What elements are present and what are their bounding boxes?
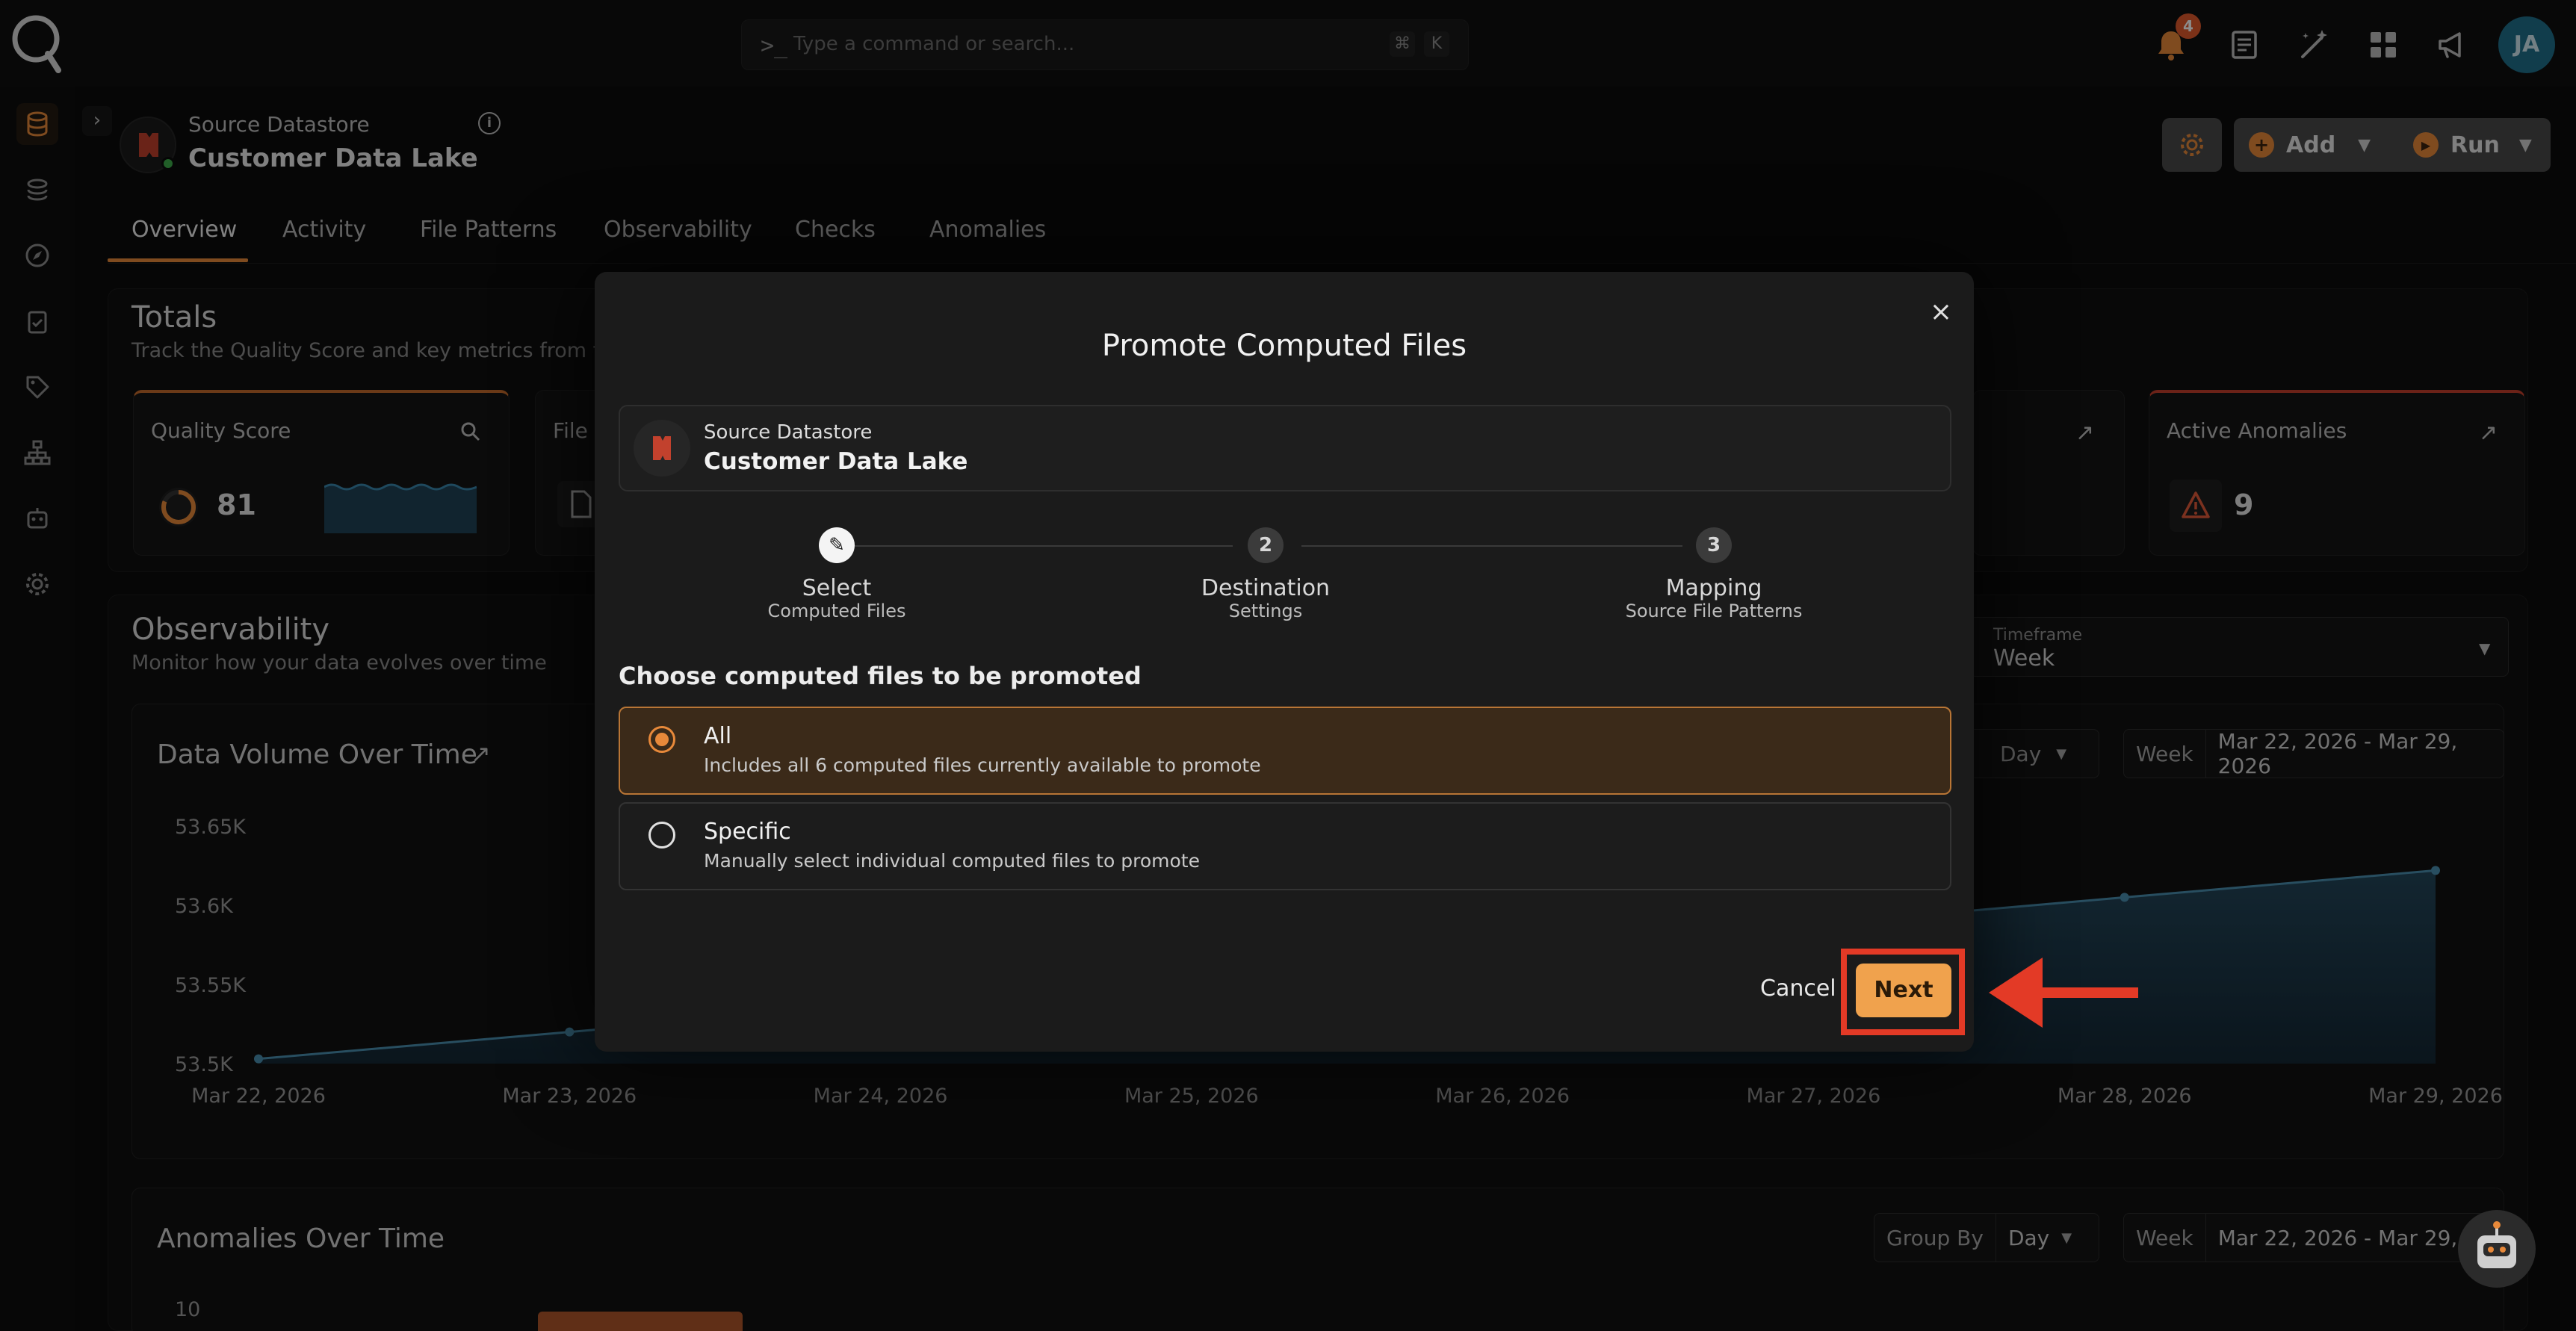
- assistant-bot-button[interactable]: [2458, 1210, 2536, 1288]
- dialog-datastore-name: Customer Data Lake: [704, 448, 968, 475]
- step-connector: [1301, 545, 1682, 547]
- radio-specific[interactable]: [648, 822, 675, 848]
- step-1-edit-icon: ✎: [819, 527, 855, 563]
- step-2-subtitle: Settings: [1228, 601, 1303, 621]
- option-all-title: All: [704, 723, 732, 749]
- pointer-arrow-icon: [1989, 958, 2138, 1028]
- dialog-title: Promote Computed Files: [1101, 329, 1467, 363]
- step-1-title: Select: [802, 575, 872, 601]
- cancel-button[interactable]: Cancel: [1760, 975, 1836, 1002]
- step-2-title: Destination: [1201, 575, 1331, 601]
- step-3-subtitle: Source File Patterns: [1625, 601, 1803, 621]
- step-connector: [855, 545, 1233, 547]
- option-all-description: Includes all 6 computed files currently …: [704, 754, 1261, 776]
- close-icon[interactable]: ×: [1926, 297, 1956, 327]
- hadoop-logo-icon: [653, 436, 671, 460]
- radio-selected-dot: [655, 733, 669, 746]
- robot-icon: [2477, 1221, 2516, 1268]
- datastore-avatar: [634, 420, 690, 477]
- next-button[interactable]: Next: [1856, 964, 1951, 1017]
- option-all[interactable]: [619, 707, 1951, 795]
- step-3-title: Mapping: [1665, 575, 1762, 601]
- step-3-number: 3: [1696, 527, 1732, 563]
- selection-prompt: Choose computed files to be promoted: [619, 662, 1142, 690]
- step-2-number: 2: [1248, 527, 1284, 563]
- option-specific-title: Specific: [704, 819, 791, 845]
- step-1-subtitle: Computed Files: [767, 601, 906, 621]
- option-specific-description: Manually select individual computed file…: [704, 850, 1200, 872]
- option-specific[interactable]: [619, 802, 1951, 890]
- dialog-datastore-label: Source Datastore: [704, 421, 873, 444]
